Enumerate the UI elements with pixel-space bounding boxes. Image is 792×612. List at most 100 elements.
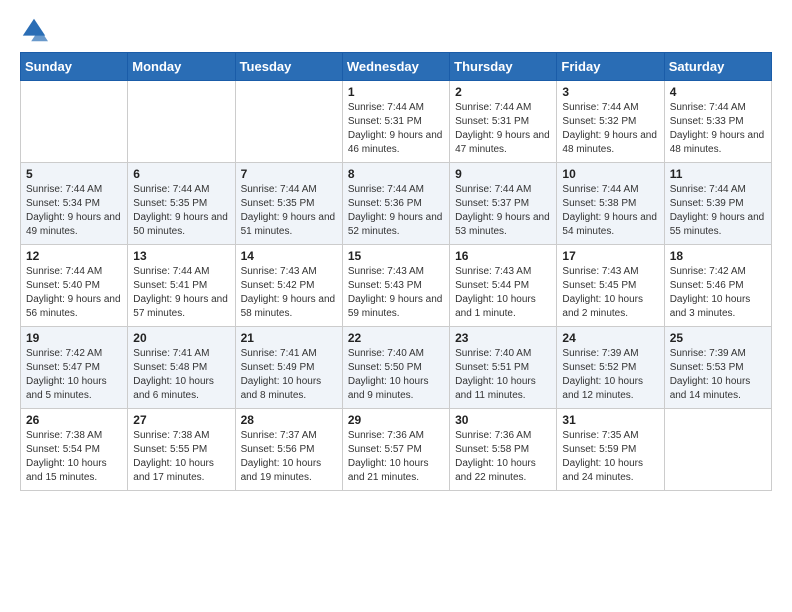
day-number: 5 (26, 167, 122, 181)
day-number: 4 (670, 85, 766, 99)
day-info: Sunrise: 7:44 AM Sunset: 5:35 PM Dayligh… (133, 183, 229, 239)
day-number: 28 (241, 413, 337, 427)
day-number: 11 (670, 167, 766, 181)
day-info: Sunrise: 7:38 AM Sunset: 5:55 PM Dayligh… (133, 429, 229, 485)
calendar-cell: 23 Sunrise: 7:40 AM Sunset: 5:51 PM Dayli… (450, 327, 557, 409)
calendar-cell (21, 81, 128, 163)
weekday-header: Monday (128, 53, 235, 81)
calendar-cell: 4 Sunrise: 7:44 AM Sunset: 5:33 PM Daylig… (664, 81, 771, 163)
calendar-cell: 22 Sunrise: 7:40 AM Sunset: 5:50 PM Dayli… (342, 327, 449, 409)
day-info: Sunrise: 7:40 AM Sunset: 5:50 PM Dayligh… (348, 347, 444, 403)
day-info: Sunrise: 7:43 AM Sunset: 5:43 PM Dayligh… (348, 265, 444, 321)
calendar-cell: 14Sunrise: 7:43 AM Sunset: 5:42 PM Dayli… (235, 245, 342, 327)
day-info: Sunrise: 7:44 AM Sunset: 5:36 PM Dayligh… (348, 183, 444, 239)
weekday-header: Tuesday (235, 53, 342, 81)
day-info: Sunrise: 7:44 AM Sunset: 5:32 PM Dayligh… (562, 101, 658, 157)
calendar-cell: 7 Sunrise: 7:44 AM Sunset: 5:35 PM Daylig… (235, 163, 342, 245)
calendar-cell: 12 Sunrise: 7:44 AM Sunset: 5:40 PM Dayli… (21, 245, 128, 327)
day-number: 29 (348, 413, 444, 427)
day-number: 6 (133, 167, 229, 181)
day-number: 26 (26, 413, 122, 427)
calendar-cell: 26Sunrise: 7:38 AM Sunset: 5:54 PM Dayli… (21, 409, 128, 491)
calendar-cell: 20 Sunrise: 7:41 AM Sunset: 5:48 PM Dayli… (128, 327, 235, 409)
logo (20, 16, 52, 44)
logo-icon (20, 16, 48, 44)
calendar-cell: 6 Sunrise: 7:44 AM Sunset: 5:35 PM Daylig… (128, 163, 235, 245)
calendar-cell: 25 Sunrise: 7:39 AM Sunset: 5:53 PM Dayli… (664, 327, 771, 409)
calendar-week-row: 1 Sunrise: 7:44 AM Sunset: 5:31 PM Daylig… (21, 81, 772, 163)
calendar-week-row: 26Sunrise: 7:38 AM Sunset: 5:54 PM Dayli… (21, 409, 772, 491)
day-info: Sunrise: 7:39 AM Sunset: 5:52 PM Dayligh… (562, 347, 658, 403)
day-info: Sunrise: 7:42 AM Sunset: 5:47 PM Dayligh… (26, 347, 122, 403)
day-number: 1 (348, 85, 444, 99)
calendar-cell: 9 Sunrise: 7:44 AM Sunset: 5:37 PM Daylig… (450, 163, 557, 245)
calendar-week-row: 19 Sunrise: 7:42 AM Sunset: 5:47 PM Dayli… (21, 327, 772, 409)
day-number: 8 (348, 167, 444, 181)
header (20, 16, 772, 44)
day-info: Sunrise: 7:41 AM Sunset: 5:48 PM Dayligh… (133, 347, 229, 403)
day-info: Sunrise: 7:36 AM Sunset: 5:57 PM Dayligh… (348, 429, 444, 485)
day-number: 15 (348, 249, 444, 263)
day-number: 24 (562, 331, 658, 345)
calendar: SundayMondayTuesdayWednesdayThursdayFrid… (20, 52, 772, 491)
calendar-cell (664, 409, 771, 491)
day-info: Sunrise: 7:43 AM Sunset: 5:44 PM Dayligh… (455, 265, 551, 321)
day-info: Sunrise: 7:40 AM Sunset: 5:51 PM Dayligh… (455, 347, 551, 403)
calendar-week-row: 5 Sunrise: 7:44 AM Sunset: 5:34 PM Daylig… (21, 163, 772, 245)
day-info: Sunrise: 7:42 AM Sunset: 5:46 PM Dayligh… (670, 265, 766, 321)
day-number: 7 (241, 167, 337, 181)
day-number: 14 (241, 249, 337, 263)
day-info: Sunrise: 7:44 AM Sunset: 5:31 PM Dayligh… (455, 101, 551, 157)
day-info: Sunrise: 7:44 AM Sunset: 5:39 PM Dayligh… (670, 183, 766, 239)
day-number: 18 (670, 249, 766, 263)
calendar-cell: 30Sunrise: 7:36 AM Sunset: 5:58 PM Dayli… (450, 409, 557, 491)
day-info: Sunrise: 7:37 AM Sunset: 5:56 PM Dayligh… (241, 429, 337, 485)
day-info: Sunrise: 7:44 AM Sunset: 5:40 PM Dayligh… (26, 265, 122, 321)
calendar-cell: 11 Sunrise: 7:44 AM Sunset: 5:39 PM Dayli… (664, 163, 771, 245)
day-info: Sunrise: 7:44 AM Sunset: 5:35 PM Dayligh… (241, 183, 337, 239)
calendar-cell: 28 Sunrise: 7:37 AM Sunset: 5:56 PM Dayli… (235, 409, 342, 491)
calendar-cell: 3Sunrise: 7:44 AM Sunset: 5:32 PM Daylig… (557, 81, 664, 163)
calendar-week-row: 12 Sunrise: 7:44 AM Sunset: 5:40 PM Dayli… (21, 245, 772, 327)
weekday-header: Friday (557, 53, 664, 81)
calendar-cell: 31 Sunrise: 7:35 AM Sunset: 5:59 PM Dayli… (557, 409, 664, 491)
weekday-header-row: SundayMondayTuesdayWednesdayThursdayFrid… (21, 53, 772, 81)
day-info: Sunrise: 7:44 AM Sunset: 5:33 PM Dayligh… (670, 101, 766, 157)
calendar-cell: 16Sunrise: 7:43 AM Sunset: 5:44 PM Dayli… (450, 245, 557, 327)
calendar-cell: 2 Sunrise: 7:44 AM Sunset: 5:31 PM Daylig… (450, 81, 557, 163)
weekday-header: Thursday (450, 53, 557, 81)
calendar-cell: 13Sunrise: 7:44 AM Sunset: 5:41 PM Dayli… (128, 245, 235, 327)
calendar-cell: 17 Sunrise: 7:43 AM Sunset: 5:45 PM Dayli… (557, 245, 664, 327)
day-info: Sunrise: 7:44 AM Sunset: 5:34 PM Dayligh… (26, 183, 122, 239)
day-number: 20 (133, 331, 229, 345)
calendar-cell: 15 Sunrise: 7:43 AM Sunset: 5:43 PM Dayli… (342, 245, 449, 327)
day-info: Sunrise: 7:41 AM Sunset: 5:49 PM Dayligh… (241, 347, 337, 403)
day-info: Sunrise: 7:44 AM Sunset: 5:31 PM Dayligh… (348, 101, 444, 157)
weekday-header: Wednesday (342, 53, 449, 81)
calendar-cell: 8 Sunrise: 7:44 AM Sunset: 5:36 PM Daylig… (342, 163, 449, 245)
day-number: 10 (562, 167, 658, 181)
day-info: Sunrise: 7:39 AM Sunset: 5:53 PM Dayligh… (670, 347, 766, 403)
day-number: 31 (562, 413, 658, 427)
calendar-cell: 19 Sunrise: 7:42 AM Sunset: 5:47 PM Dayli… (21, 327, 128, 409)
day-number: 2 (455, 85, 551, 99)
day-number: 17 (562, 249, 658, 263)
day-number: 27 (133, 413, 229, 427)
day-info: Sunrise: 7:35 AM Sunset: 5:59 PM Dayligh… (562, 429, 658, 485)
day-number: 12 (26, 249, 122, 263)
day-number: 21 (241, 331, 337, 345)
day-info: Sunrise: 7:44 AM Sunset: 5:38 PM Dayligh… (562, 183, 658, 239)
day-info: Sunrise: 7:43 AM Sunset: 5:45 PM Dayligh… (562, 265, 658, 321)
calendar-cell: 5 Sunrise: 7:44 AM Sunset: 5:34 PM Daylig… (21, 163, 128, 245)
day-number: 22 (348, 331, 444, 345)
calendar-cell: 29 Sunrise: 7:36 AM Sunset: 5:57 PM Dayli… (342, 409, 449, 491)
day-info: Sunrise: 7:44 AM Sunset: 5:37 PM Dayligh… (455, 183, 551, 239)
day-number: 23 (455, 331, 551, 345)
day-number: 19 (26, 331, 122, 345)
calendar-cell (235, 81, 342, 163)
calendar-cell: 21 Sunrise: 7:41 AM Sunset: 5:49 PM Dayli… (235, 327, 342, 409)
calendar-cell (128, 81, 235, 163)
calendar-cell: 24 Sunrise: 7:39 AM Sunset: 5:52 PM Dayli… (557, 327, 664, 409)
day-number: 25 (670, 331, 766, 345)
day-number: 9 (455, 167, 551, 181)
